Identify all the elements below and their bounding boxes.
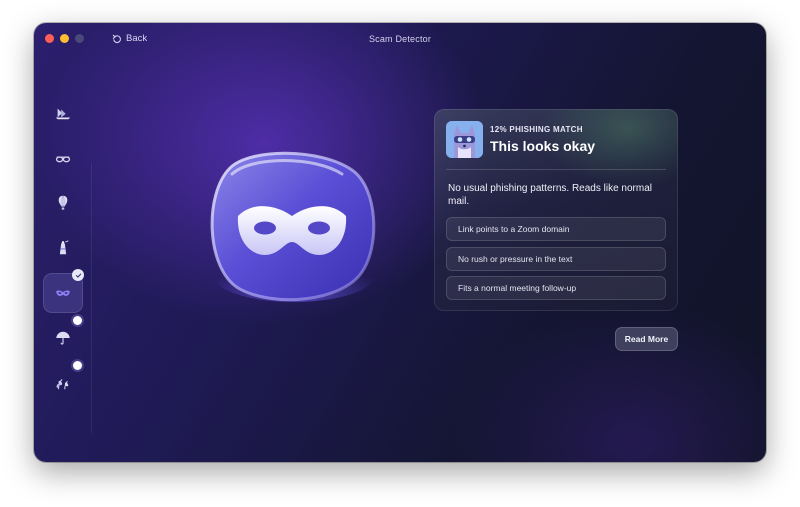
checkmark-icon (75, 273, 81, 278)
ships-icon (55, 108, 71, 120)
new-indicator-dot (73, 361, 82, 370)
sidebar-item-glasses[interactable] (43, 138, 83, 178)
umbrella-icon (56, 331, 70, 345)
phishing-match-label: 12% PHISHING MATCH (490, 125, 583, 134)
sidebar-item-balloon[interactable] (43, 183, 83, 223)
new-indicator-dot (73, 316, 82, 325)
hot-air-balloon-icon (58, 195, 68, 210)
reason-item: No rush or pressure in the text (446, 247, 666, 271)
glasses-icon (55, 156, 71, 163)
sidebar-item-plants[interactable] (43, 361, 83, 403)
mask-hero-illustration (202, 146, 378, 306)
result-headline: This looks okay (490, 138, 596, 154)
result-card: 12% PHISHING MATCH This looks okay No us… (434, 109, 678, 311)
sidebar-divider (91, 163, 92, 433)
read-more-button[interactable]: Read More (615, 327, 678, 351)
sidebar-item-ships[interactable] (43, 93, 83, 133)
result-description: No usual phishing patterns. Reads like n… (448, 183, 652, 207)
reason-item: Link points to a Zoom domain (446, 217, 666, 241)
mask-badge-icon (210, 151, 376, 302)
completed-badge (72, 269, 84, 281)
app-window: Back Scam Detector 12% PHISHING MATCH Th… (34, 23, 766, 462)
card-divider (446, 169, 666, 170)
lighthouse-icon (59, 240, 69, 255)
sidebar-item-umbrella[interactable] (43, 316, 83, 358)
window-title: Scam Detector (368, 34, 432, 44)
sidebar-item-mask[interactable] (43, 269, 84, 313)
sidebar-item-lighthouse[interactable] (43, 228, 83, 268)
plants-icon (56, 379, 69, 390)
reason-item: Fits a normal meeting follow-up (446, 276, 666, 300)
mask-icon (56, 290, 70, 296)
mascot-avatar (446, 121, 483, 158)
raccoon-mascot-icon (446, 121, 483, 158)
